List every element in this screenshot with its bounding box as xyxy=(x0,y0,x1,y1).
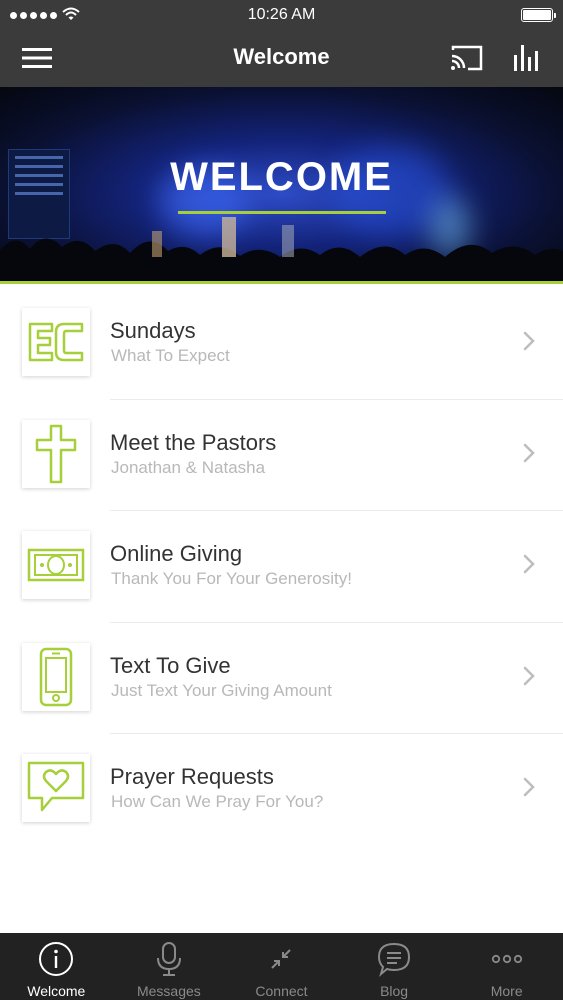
list-item-meet-the-pastors[interactable]: Meet the Pastors Jonathan & Natasha xyxy=(0,398,563,511)
tab-label: Messages xyxy=(136,983,201,999)
info-icon xyxy=(39,942,74,976)
list-item-subtitle: Jonathan & Natasha xyxy=(111,457,266,477)
list-item-subtitle: Thank You For Your Generosity! xyxy=(111,569,352,588)
list-item-online-giving[interactable]: Online Giving Thank You For Your Generos… xyxy=(0,510,563,622)
tab-label: More xyxy=(490,983,523,999)
list-item-title: Online Giving xyxy=(110,541,243,566)
money-icon xyxy=(27,548,85,582)
cross-icon xyxy=(35,424,77,483)
list-item-prayer-requests[interactable]: Prayer Requests How Can We Pray For You? xyxy=(0,733,563,845)
heart-chat-icon xyxy=(27,761,85,812)
stats-bars-icon[interactable] xyxy=(512,43,542,73)
hero-title: WELCOME xyxy=(170,155,393,199)
nav-bar: Welcome xyxy=(0,30,563,87)
tab-messages[interactable]: Messages xyxy=(113,933,226,1000)
ec-logo-icon xyxy=(28,322,84,362)
compress-arrows-icon xyxy=(271,949,292,969)
microphone-icon xyxy=(156,942,181,976)
status-time: 10:26 AM xyxy=(247,6,316,23)
chevron-right-icon xyxy=(523,666,535,685)
tab-bar: Welcome Messages Connect Blog More xyxy=(0,933,563,1000)
list-item-subtitle: What To Expect xyxy=(111,346,230,365)
tab-welcome[interactable]: Welcome xyxy=(0,933,113,1000)
icon-tile xyxy=(22,308,90,376)
tab-label: Welcome xyxy=(27,983,86,999)
list-item-sundays[interactable]: Sundays What To Expect xyxy=(0,287,563,399)
tab-label: Connect xyxy=(255,983,308,999)
chevron-right-icon xyxy=(523,443,535,462)
list-item-title: Meet the Pastors xyxy=(110,429,277,455)
hero-banner: WELCOME xyxy=(0,87,563,284)
crowd-silhouette xyxy=(0,217,563,281)
phone-icon xyxy=(39,647,73,706)
icon-tile xyxy=(22,419,90,488)
status-bar: 10:26 AM xyxy=(0,0,563,30)
battery-icon xyxy=(521,8,556,22)
tab-connect[interactable]: Connect xyxy=(225,933,338,1000)
list-item-subtitle: Just Text Your Giving Amount xyxy=(111,680,332,700)
icon-tile xyxy=(22,642,90,711)
icon-tile xyxy=(22,754,90,822)
list-item-title: Prayer Requests xyxy=(110,764,274,789)
chat-bubble-icon xyxy=(378,942,411,977)
list-item-title: Text To Give xyxy=(110,652,231,678)
tab-more[interactable]: More xyxy=(450,933,563,1000)
hero-underline xyxy=(178,211,386,214)
tab-label: Blog xyxy=(380,983,409,999)
list-item-subtitle: How Can We Pray For You? xyxy=(111,792,324,811)
list-item-title: Sundays xyxy=(110,318,196,343)
tab-blog[interactable]: Blog xyxy=(338,933,451,1000)
chevron-right-icon xyxy=(523,777,535,797)
hamburger-menu-icon[interactable] xyxy=(22,46,54,70)
more-dots-icon xyxy=(491,954,522,964)
chevron-right-icon xyxy=(523,554,535,574)
menu-list: Sundays What To Expect Meet the Pastors … xyxy=(0,287,563,845)
cast-icon[interactable] xyxy=(450,44,484,72)
list-item-text-to-give[interactable]: Text To Give Just Text Your Giving Amoun… xyxy=(0,621,563,734)
chevron-right-icon xyxy=(523,331,535,351)
icon-tile xyxy=(22,531,90,599)
